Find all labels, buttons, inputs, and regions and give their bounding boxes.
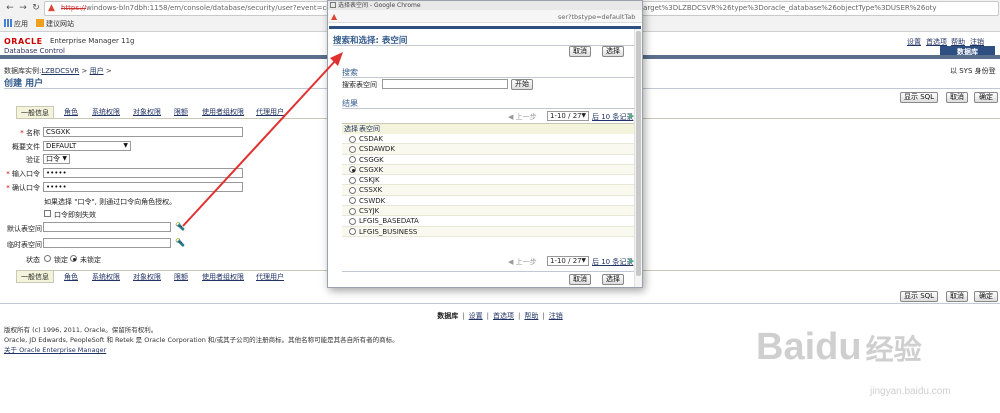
watermark-logo: Baidu 经验 [756, 326, 922, 368]
arrow-shaft [182, 59, 337, 227]
watermark-url: jingyan.baidu.com [870, 386, 951, 397]
